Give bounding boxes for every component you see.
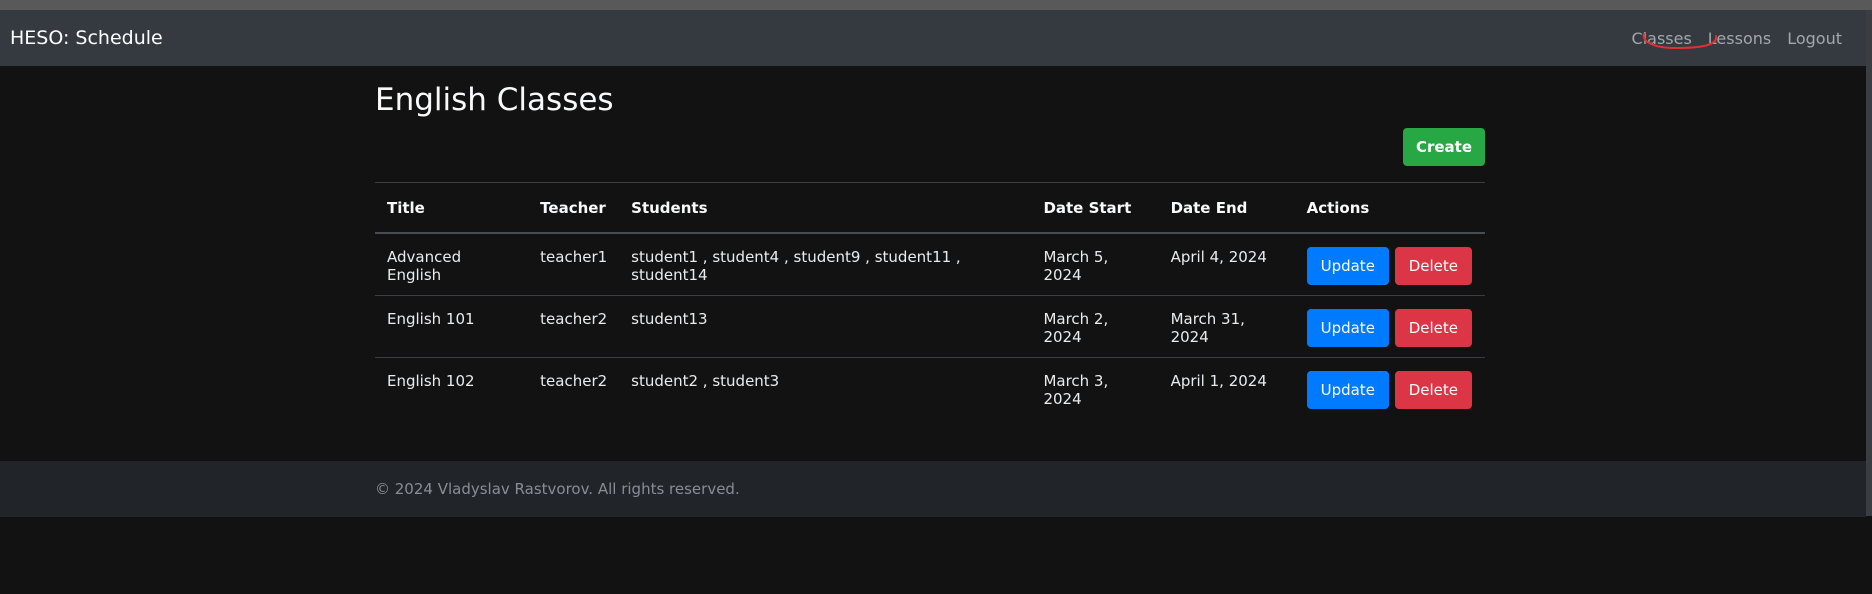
cell-date-end: April 4, 2024 (1170, 248, 1267, 266)
cell-date-start: March 3, 2024 (1031, 356, 1159, 419)
page-title: English Classes (375, 82, 614, 118)
header-teacher: Teacher (528, 182, 620, 234)
table-row: Advanced English teacher1 student1 , stu… (375, 233, 1485, 295)
cell-title: English 102 (375, 356, 529, 419)
cell-teacher: teacher2 (528, 356, 620, 419)
cell-teacher: teacher1 (540, 248, 608, 266)
cell-teacher: teacher2 (528, 294, 620, 357)
navbar: HESO: Schedule Classes Lessons Logout (0, 10, 1866, 66)
footer: © 2024 Vladyslav Rastvorov. All rights r… (0, 461, 1866, 517)
delete-button[interactable]: Delete (1394, 247, 1472, 285)
brand-link[interactable]: HESO: Schedule (10, 27, 163, 49)
cell-date-start: March 2, 2024 (1031, 294, 1159, 357)
cell-actions: Update Delete (1294, 294, 1485, 357)
cell-title: Advanced English (387, 248, 462, 284)
header-date-start: Date Start (1031, 182, 1159, 234)
nav-link-logout[interactable]: Logout (1787, 29, 1842, 48)
footer-copyright: © 2024 Vladyslav Rastvorov. All rights r… (375, 480, 740, 498)
scrollbar-track[interactable] (1866, 10, 1872, 516)
cell-students: student13 (619, 294, 1032, 357)
header-actions: Actions (1294, 182, 1485, 234)
header-date-end: Date End (1158, 182, 1295, 234)
cell-students: student1 , student4 , student9 , student… (631, 248, 961, 284)
update-button[interactable]: Update (1306, 370, 1389, 409)
window-top-strip (0, 0, 1872, 10)
red-annotation-underline (1642, 33, 1718, 50)
delete-button[interactable]: Delete (1394, 308, 1472, 347)
update-button[interactable]: Update (1306, 308, 1389, 347)
cell-actions: Update Delete (1294, 356, 1485, 419)
table-row: English 101 teacher2 student13 March 2, … (375, 294, 1485, 357)
cell-students: student2 , student3 (619, 356, 1032, 419)
cell-actions: Update Delete (1295, 233, 1485, 295)
cell-date-end: April 1, 2024 (1158, 356, 1295, 419)
table-header-row: Title Teacher Students Date Start Date E… (375, 182, 1485, 234)
header-title: Title (375, 182, 529, 234)
classes-table: Title Teacher Students Date Start Date E… (375, 182, 1485, 419)
cell-title: English 101 (375, 294, 529, 357)
table-row: English 102 teacher2 student2 , student3… (375, 356, 1485, 419)
create-button[interactable]: Create (1402, 128, 1485, 166)
header-students: Students (619, 182, 1032, 234)
update-button[interactable]: Update (1306, 247, 1389, 285)
delete-button[interactable]: Delete (1394, 370, 1472, 409)
cell-date-start: March 5, 2024 (1043, 248, 1109, 284)
cell-date-end: March 31, 2024 (1158, 294, 1295, 357)
